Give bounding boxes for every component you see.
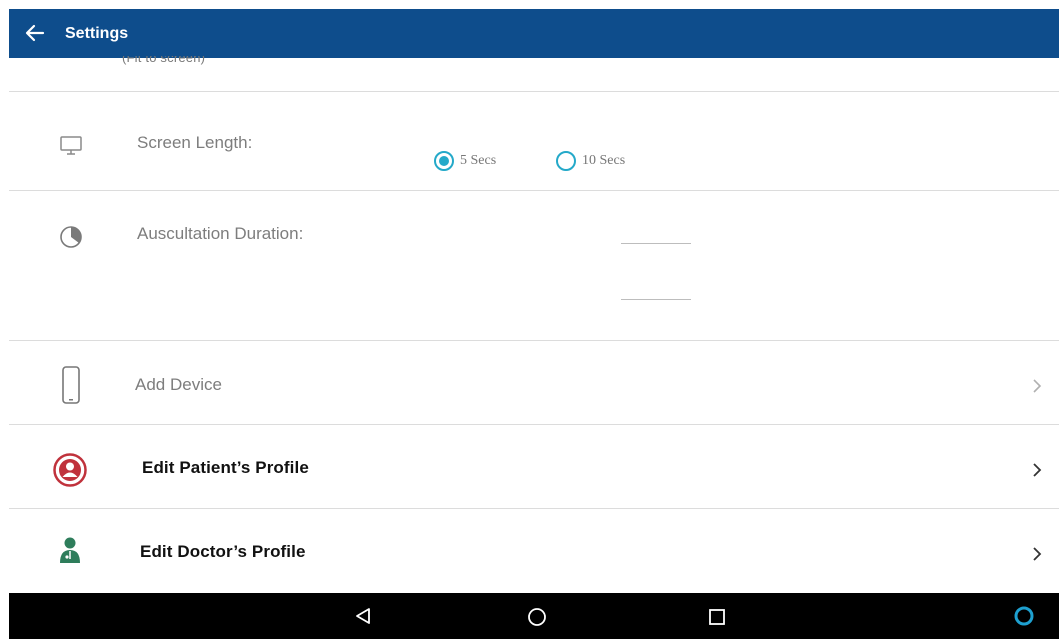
back-triangle-icon[interactable] — [354, 607, 372, 625]
assistant-icon[interactable] — [1013, 605, 1035, 627]
chevron-right-icon — [1033, 379, 1042, 393]
clipped-option-text: (Fit to screen) — [122, 56, 206, 65]
duration-input-2[interactable] — [621, 299, 691, 300]
chevron-right-icon — [1033, 463, 1042, 477]
add-device-row[interactable]: Add Device — [9, 341, 1059, 424]
edit-doctor-profile-label: Edit Doctor’s Profile — [140, 542, 306, 561]
arrow-left-icon[interactable] — [23, 21, 47, 45]
app-bar: Settings — [9, 9, 1059, 58]
patient-profile-icon — [53, 453, 87, 487]
chevron-right-icon — [1033, 547, 1042, 561]
radio-unselected-indicator — [556, 151, 576, 171]
pie-icon — [60, 226, 82, 248]
system-navigation-bar — [9, 593, 1059, 639]
screen-length-label: Screen Length: — [137, 133, 253, 152]
edit-patient-profile-row[interactable]: Edit Patient’s Profile — [9, 425, 1059, 507]
edit-patient-profile-label: Edit Patient’s Profile — [142, 458, 309, 477]
phone-icon — [62, 366, 80, 404]
radio-selected-indicator — [434, 151, 454, 171]
doctor-icon — [60, 537, 80, 563]
radio-10-secs[interactable]: 10 Secs — [556, 151, 625, 171]
auscultation-duration-label: Auscultation Duration: — [137, 224, 304, 243]
page-title: Settings — [65, 25, 129, 42]
edit-doctor-profile-row[interactable]: Edit Doctor’s Profile — [9, 509, 1059, 591]
radio-5-secs[interactable]: 5 Secs — [434, 151, 496, 171]
duration-input-1[interactable] — [621, 243, 691, 244]
home-circle-icon[interactable] — [527, 607, 547, 627]
divider — [9, 91, 1059, 92]
add-device-label: Add Device — [135, 375, 222, 394]
divider — [9, 190, 1059, 191]
monitor-icon — [60, 136, 82, 155]
recents-square-icon[interactable] — [708, 608, 726, 626]
